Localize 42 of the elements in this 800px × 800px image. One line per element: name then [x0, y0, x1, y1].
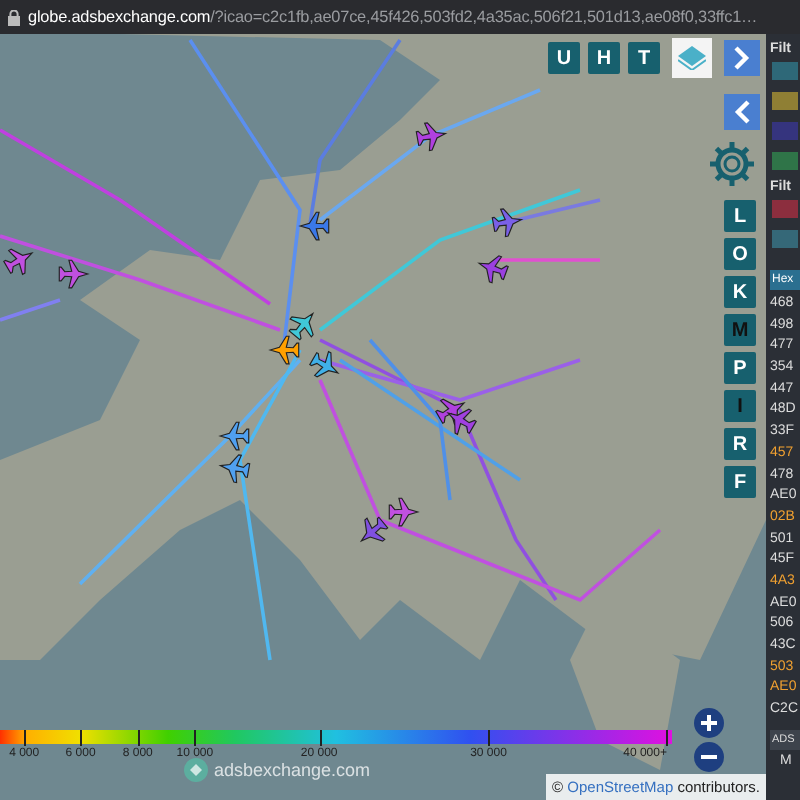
airplane-icon[interactable]	[309, 350, 340, 378]
airplane-icon[interactable]	[3, 248, 34, 276]
filter-color-swatch[interactable]	[772, 152, 798, 170]
map-toggle-button[interactable]: T	[628, 42, 660, 74]
airplane-icon[interactable]	[477, 255, 509, 284]
airplane-icon[interactable]	[359, 516, 389, 543]
airplane-icon[interactable]	[415, 122, 448, 152]
airplane-icon[interactable]	[491, 208, 524, 238]
filter-color-swatch[interactable]	[772, 230, 798, 248]
map-toggle-button[interactable]: H	[588, 42, 620, 74]
layers-icon	[678, 46, 706, 70]
airplane-icon[interactable]	[446, 408, 477, 436]
logo-icon	[184, 758, 208, 782]
filter-color-swatch[interactable]	[772, 200, 798, 218]
airplane-icon[interactable]	[288, 311, 315, 341]
filter-color-swatch[interactable]	[772, 92, 798, 110]
airplane-icon[interactable]	[268, 335, 300, 365]
map-toggle-button[interactable]: U	[548, 42, 580, 74]
zoom-out-button[interactable]	[694, 742, 724, 772]
airplane-icon[interactable]	[298, 211, 330, 241]
collapse-button[interactable]	[724, 94, 760, 130]
airplane-icon[interactable]	[388, 497, 420, 527]
minus-icon	[694, 742, 724, 772]
settings-icon[interactable]	[708, 140, 756, 188]
airplane-icon[interactable]	[58, 259, 90, 289]
lock-icon	[8, 9, 20, 25]
map-toggle-button[interactable]: K	[724, 276, 756, 308]
map-toggle-button[interactable]: R	[724, 428, 756, 460]
map-toggle-button[interactable]: P	[724, 352, 756, 384]
plus-icon	[694, 708, 724, 738]
filter-color-swatch[interactable]	[772, 62, 798, 80]
filter-color-swatch[interactable]	[772, 122, 798, 140]
airplane-icon[interactable]	[218, 454, 251, 484]
map-toggle-button[interactable]: L	[724, 200, 756, 232]
airplane-icon[interactable]	[218, 421, 250, 451]
chevron-right-icon	[734, 46, 750, 70]
expand-button[interactable]	[724, 40, 760, 76]
chevron-left-icon	[734, 100, 750, 124]
map-toggle-button[interactable]: F	[724, 466, 756, 498]
zoom-in-button[interactable]	[694, 708, 724, 738]
logo-text: adsbexchange.com	[214, 760, 371, 780]
map-toggle-button[interactable]: O	[724, 238, 756, 270]
